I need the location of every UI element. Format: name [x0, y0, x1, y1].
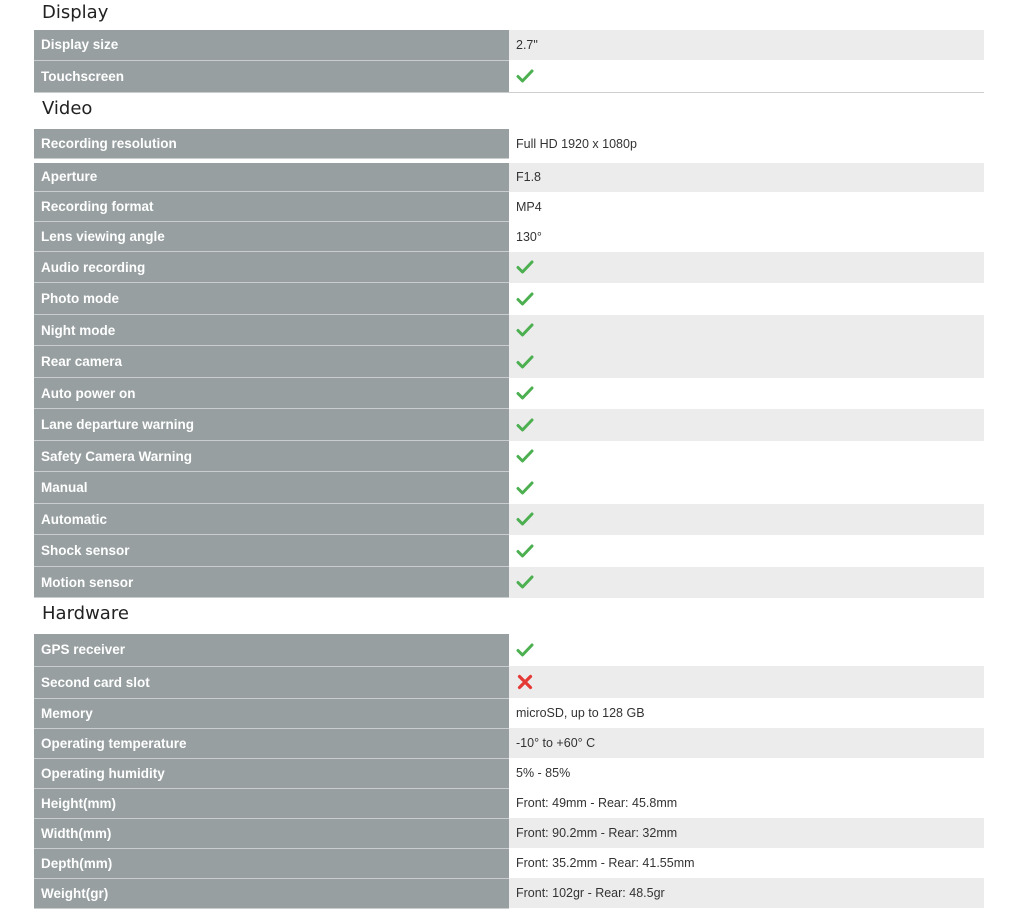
spec-value: Front: 90.2mm - Rear: 32mm [509, 818, 984, 848]
spec-label: GPS receiver [34, 634, 509, 667]
spec-label: Height(mm) [34, 788, 509, 819]
spec-value: Front: 102gr - Rear: 48.5gr [509, 878, 984, 908]
spec-value [509, 377, 984, 409]
spec-value [509, 408, 984, 441]
spec-value: -10° to +60° C [509, 728, 984, 758]
table-row: Motion sensor [34, 566, 984, 598]
spec-label: Automatic [34, 503, 509, 535]
check-icon [516, 641, 534, 659]
table-row: Photo mode [34, 282, 984, 315]
table-row: Safety Camera Warning [34, 440, 984, 472]
spec-label: Shock sensor [34, 534, 509, 567]
spec-label: Touchscreen [34, 60, 509, 93]
table-row: Weight(gr) Front: 102gr - Rear: 48.5gr [34, 878, 984, 909]
table-row: Lens viewing angle 130° [34, 221, 984, 252]
check-icon [516, 447, 534, 465]
spec-value: microSD, up to 128 GB [509, 698, 984, 728]
check-icon [516, 479, 534, 497]
table-row: Recording format MP4 [34, 191, 984, 222]
specs-table-video: Recording resolution Full HD 1920 x 1080… [34, 128, 984, 598]
spec-value: 5% - 85% [509, 758, 984, 788]
spec-label: Auto power on [34, 377, 509, 409]
table-row: Audio recording [34, 251, 984, 283]
spec-label: Motion sensor [34, 566, 509, 598]
table-row: Automatic [34, 503, 984, 535]
table-row: Memory microSD, up to 128 GB [34, 698, 984, 729]
table-row: Aperture F1.8 [34, 162, 984, 192]
spec-value [509, 566, 984, 598]
cross-icon [516, 673, 534, 691]
section-title-display: Display [42, 2, 109, 23]
spec-label: Audio recording [34, 251, 509, 283]
specs-container: Display Display size 2.7" Touchscreen Vi… [34, 0, 984, 909]
spec-value [509, 634, 984, 666]
spec-value: MP4 [509, 191, 984, 222]
spec-label: Lens viewing angle [34, 221, 509, 252]
spec-value [509, 314, 984, 346]
spec-label: Recording format [34, 191, 509, 222]
spec-value: Full HD 1920 x 1080p [509, 128, 984, 159]
spec-value: F1.8 [509, 162, 984, 192]
spec-value [509, 471, 984, 504]
check-icon [516, 290, 534, 308]
table-row: Rear camera [34, 345, 984, 378]
table-row: Second card slot [34, 666, 984, 699]
spec-value [509, 60, 984, 92]
spec-label: Operating humidity [34, 758, 509, 789]
spec-label: Width(mm) [34, 818, 509, 849]
table-row: Operating temperature -10° to +60° C [34, 728, 984, 759]
check-icon [516, 353, 534, 371]
spec-label: Memory [34, 698, 509, 729]
spec-label: Night mode [34, 314, 509, 346]
spec-label: Operating temperature [34, 728, 509, 759]
spec-label: Display size [34, 30, 509, 61]
spec-value [509, 666, 984, 698]
spec-value [509, 345, 984, 378]
spec-value [509, 282, 984, 315]
check-icon [516, 321, 534, 339]
check-icon [516, 384, 534, 402]
spec-label: Second card slot [34, 666, 509, 699]
table-row: Night mode [34, 314, 984, 346]
spec-label: Safety Camera Warning [34, 440, 509, 472]
spec-value: Front: 35.2mm - Rear: 41.55mm [509, 848, 984, 878]
spec-value [509, 534, 984, 567]
spec-value [509, 251, 984, 283]
table-row: Auto power on [34, 377, 984, 409]
check-icon [516, 542, 534, 560]
table-row: GPS receiver [34, 634, 984, 667]
table-row: Display size 2.7" [34, 30, 984, 61]
table-row: Touchscreen [34, 60, 984, 93]
spec-label: Lane departure warning [34, 408, 509, 441]
specs-table-display: Display size 2.7" Touchscreen [34, 30, 984, 93]
spec-label: Depth(mm) [34, 848, 509, 879]
spec-label: Rear camera [34, 345, 509, 378]
table-row: Lane departure warning [34, 408, 984, 441]
specs-table-hardware: GPS receiver Second card slot Memory mic… [34, 634, 984, 909]
check-icon [516, 258, 534, 276]
spec-value: Front: 49mm - Rear: 45.8mm [509, 788, 984, 818]
check-icon [516, 67, 534, 85]
section-title-hardware: Hardware [42, 603, 129, 624]
spec-value: 2.7" [509, 30, 984, 60]
table-row: Recording resolution Full HD 1920 x 1080… [34, 128, 984, 159]
spec-label: Aperture [34, 162, 509, 192]
table-row: Width(mm) Front: 90.2mm - Rear: 32mm [34, 818, 984, 849]
spec-value: 130° [509, 221, 984, 252]
check-icon [516, 573, 534, 591]
spec-label: Photo mode [34, 282, 509, 315]
spec-value [509, 440, 984, 472]
check-icon [516, 510, 534, 528]
table-row: Operating humidity 5% - 85% [34, 758, 984, 789]
spec-label: Manual [34, 471, 509, 504]
spec-label: Weight(gr) [34, 878, 509, 909]
spec-label: Recording resolution [34, 128, 509, 159]
table-row: Manual [34, 471, 984, 504]
table-row: Shock sensor [34, 534, 984, 567]
check-icon [516, 416, 534, 434]
table-row: Height(mm) Front: 49mm - Rear: 45.8mm [34, 788, 984, 819]
section-title-video: Video [42, 97, 93, 119]
table-row: Depth(mm) Front: 35.2mm - Rear: 41.55mm [34, 848, 984, 879]
spec-value [509, 503, 984, 535]
